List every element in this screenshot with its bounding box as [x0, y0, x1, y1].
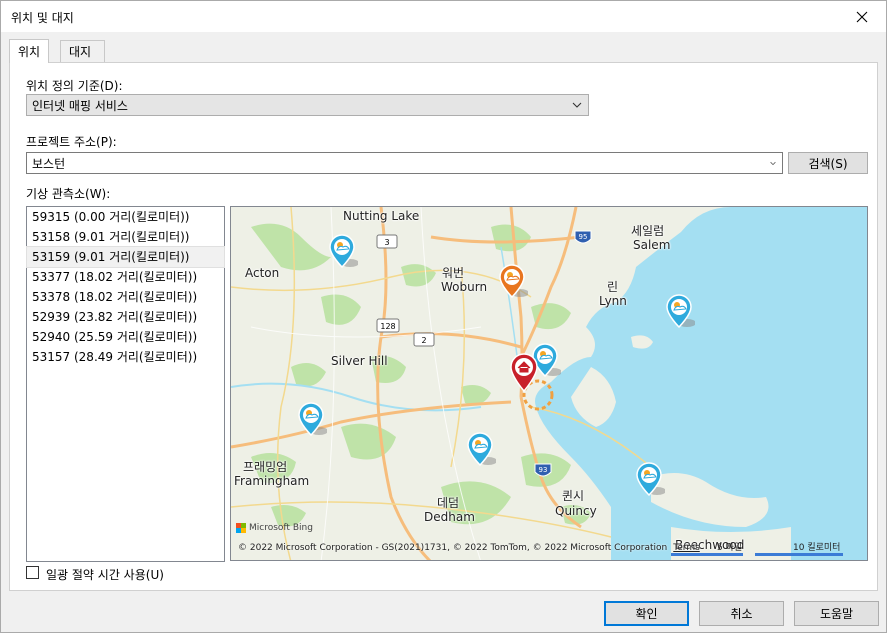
map-label-salem: Salem — [633, 238, 671, 252]
tab-site[interactable]: 대지 — [60, 40, 105, 62]
station-item-selected[interactable]: 53159 (9.01 거리(킬로미터)) — [26, 246, 225, 268]
weather-station-pin[interactable] — [635, 461, 665, 503]
dst-checkbox[interactable] — [26, 566, 39, 579]
cancel-button[interactable]: 취소 — [699, 601, 784, 626]
chevron-down-icon — [572, 102, 582, 108]
definition-label: 위치 정의 기준(D): — [26, 79, 123, 93]
svg-text:95: 95 — [579, 233, 588, 241]
station-item[interactable]: 53157 (28.49 거리(킬로미터)) — [27, 347, 224, 367]
address-label: 프로젝트 주소(P): — [26, 135, 117, 149]
bing-logo: Microsoft Bing — [236, 523, 313, 533]
map-label-lynn-ko: 린 — [607, 280, 619, 294]
map-label-woburn: Woburn — [441, 280, 488, 294]
stations-label: 기상 관측소(W): — [26, 187, 111, 201]
help-button[interactable]: 도움말 — [794, 601, 879, 626]
route-shield-93: 93 — [534, 463, 552, 477]
map-label-acton: Acton — [245, 266, 280, 280]
station-item[interactable]: 53158 (9.01 거리(킬로미터)) — [27, 227, 224, 247]
map-label-salem-ko: 세일럼 — [631, 224, 665, 238]
svg-text:2: 2 — [421, 336, 426, 345]
window-title: 위치 및 대지 — [11, 11, 74, 25]
scale-miles: 5 마일 — [717, 543, 743, 553]
station-item[interactable]: 52939 (23.82 거리(킬로미터)) — [27, 307, 224, 327]
route-shield-128: 128 — [376, 318, 400, 333]
scale-bar-miles — [671, 553, 743, 556]
route-shield-95: 95 — [574, 230, 592, 244]
search-button[interactable]: 검색(S) — [788, 152, 868, 174]
weather-station-pin[interactable] — [328, 233, 358, 275]
station-item[interactable]: 53378 (18.02 거리(킬로미터)) — [27, 287, 224, 307]
address-value: 보스턴 — [32, 156, 66, 171]
address-combobox[interactable]: 보스턴 — [26, 152, 783, 174]
svg-text:128: 128 — [380, 322, 395, 331]
route-shield-3: 3 — [376, 234, 398, 249]
weather-station-pin[interactable] — [297, 401, 327, 443]
tab-site-label: 대지 — [69, 45, 92, 59]
title-bar: 위치 및 대지 — [1, 1, 886, 32]
map-base — [231, 207, 867, 560]
map-label-framingham: Framingham — [234, 474, 310, 488]
map-label-dedham-ko: 데덤 — [437, 496, 460, 510]
map-view[interactable]: Nutting Lake Acton 워번 Woburn 세일럼 Salem 린… — [230, 206, 868, 561]
map-label-woburn-ko: 워번 — [442, 266, 465, 280]
tab-location[interactable]: 위치 — [9, 39, 50, 63]
close-button[interactable] — [840, 1, 884, 32]
station-item[interactable]: 59315 (0.00 거리(킬로미터)) — [27, 207, 224, 227]
ok-button[interactable]: 확인 — [604, 601, 689, 626]
map-label-lynn: Lynn — [599, 294, 627, 308]
definition-value: 인터넷 매핑 서비스 — [32, 98, 128, 113]
bing-text: Microsoft Bing — [249, 523, 313, 533]
dialog-window: 위치 및 대지 위치 대지 위치 정의 기준(D): 인터넷 매핑 서비스 프로… — [0, 0, 887, 633]
map-label-dedham: Dedham — [424, 510, 475, 524]
terms-link[interactable]: Terms — [673, 543, 700, 553]
close-icon — [856, 11, 868, 22]
map-label-quincy: Quincy — [555, 504, 597, 518]
station-item[interactable]: 53377 (18.02 거리(킬로미터)) — [27, 267, 224, 287]
copyright-text: © 2022 Microsoft Corporation - GS(2021)1… — [238, 543, 668, 553]
map-label-quincy-ko: 퀸시 — [562, 489, 585, 503]
weather-station-pin[interactable] — [466, 431, 496, 473]
svg-text:3: 3 — [384, 238, 389, 247]
tab-location-label: 위치 — [18, 45, 41, 59]
route-shield-2: 2 — [413, 332, 435, 347]
station-list[interactable]: 59315 (0.00 거리(킬로미터)) 53158 (9.01 거리(킬로미… — [26, 206, 225, 562]
definition-dropdown[interactable]: 인터넷 매핑 서비스 — [26, 94, 589, 116]
svg-text:93: 93 — [539, 466, 548, 474]
selected-weather-station-pin[interactable] — [498, 263, 528, 305]
map-label-silver-hill: Silver Hill — [331, 354, 388, 368]
scale-km: 10 킬로미터 — [793, 543, 841, 553]
microsoft-logo-icon — [236, 523, 246, 533]
map-label-nutting-lake: Nutting Lake — [343, 209, 420, 223]
station-item[interactable]: 52940 (25.59 거리(킬로미터)) — [27, 327, 224, 347]
project-location-house-icon[interactable] — [509, 352, 539, 394]
chevron-down-icon — [770, 161, 776, 166]
dst-label: 일광 절약 시간 사용(U) — [46, 568, 164, 582]
map-copyright: © 2022 Microsoft Corporation - GS(2021)1… — [238, 543, 700, 553]
scale-bar-km — [755, 553, 843, 556]
map-label-framingham-ko: 프래밍엄 — [243, 460, 288, 474]
weather-station-pin[interactable] — [665, 293, 695, 335]
